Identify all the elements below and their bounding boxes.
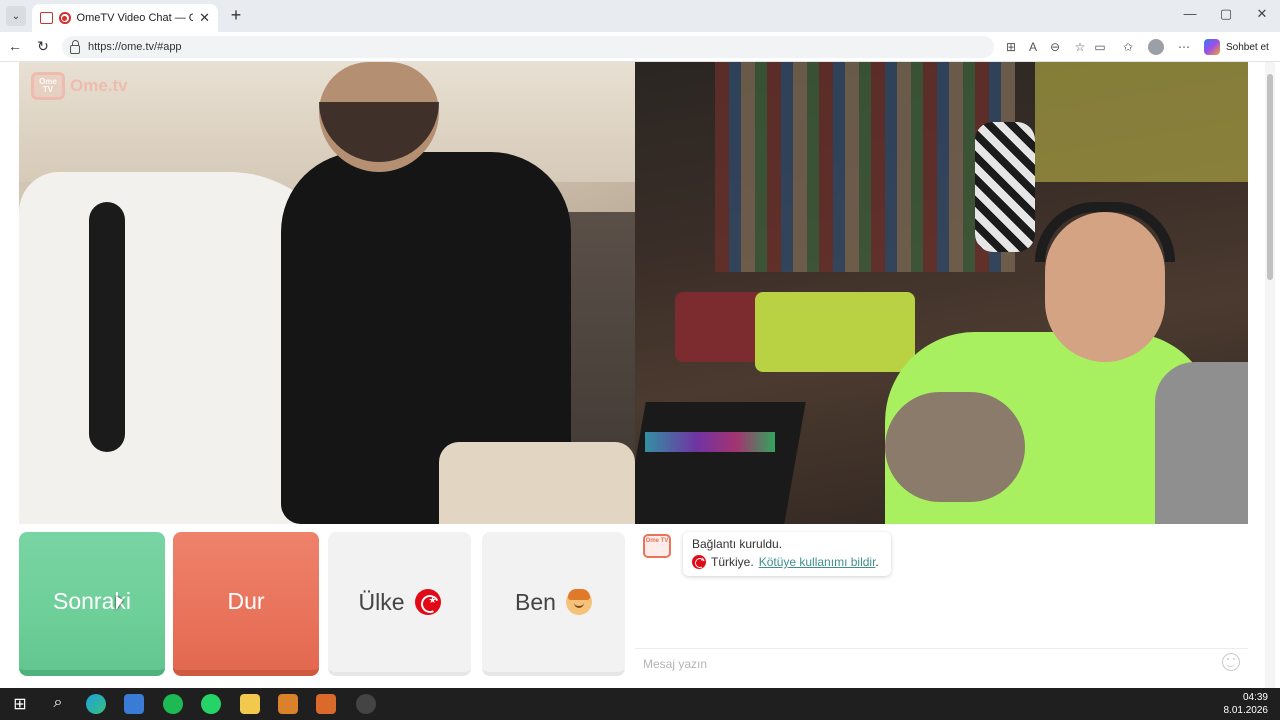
ometv-logo-text: Ome.tv <box>70 76 128 95</box>
report-abuse-link[interactable]: Kötüye kullanımı bildir <box>759 555 876 569</box>
self-video <box>635 62 1248 524</box>
lock-icon <box>70 39 80 54</box>
url-field[interactable]: https://ome.tv/#app <box>62 36 994 58</box>
system-message: Bağlantı kuruldu. Türkiye. Kötüye kullan… <box>683 532 891 576</box>
copilot-button[interactable]: Sohbet et <box>1204 38 1269 56</box>
search-icon[interactable]: ⌕ <box>48 694 68 714</box>
stop-button-label: Dur <box>227 587 265 614</box>
address-bar-row: ← ↻ https://ome.tv/#app ⊞ A ⊖ ☆ ▭ ✩ ⋯ So… <box>0 32 1280 62</box>
report-link-suffix: . <box>875 555 879 569</box>
url-text: https://ome.tv/#app <box>88 41 182 53</box>
system-clock[interactable]: 04:39 8.01.2026 <box>1224 691 1269 717</box>
scroll-thumb[interactable] <box>1267 74 1273 280</box>
file-explorer-icon[interactable] <box>240 694 260 714</box>
tab-close-icon[interactable]: ✕ <box>199 10 210 26</box>
ometv-app: Ome TV Ome.tv Sonraki Dur Ülke Ben Ome T… <box>0 62 1280 688</box>
tab-title: OmeTV Video Chat — Omegle <box>76 12 194 24</box>
turkey-flag-icon <box>414 589 441 615</box>
ometv-logo-tv-icon: Ome TV <box>31 72 65 100</box>
app-icon-2[interactable] <box>316 694 336 714</box>
ometv-favicon-icon <box>40 12 54 24</box>
maximize-button[interactable]: ▢ <box>1216 6 1236 22</box>
boy-emoji-icon <box>565 589 592 615</box>
windows-start-icon[interactable]: ⊞ <box>10 694 30 714</box>
tab-list-button[interactable]: ⌄ <box>6 6 26 26</box>
connection-status-text: Bağlantı kuruldu. <box>692 537 783 551</box>
clock-time: 04:39 <box>1242 692 1268 703</box>
ometv-logo: Ome TV Ome.tv <box>31 72 128 100</box>
browser-tab-bar: ⌄ OmeTV Video Chat — Omegle ✕ + — ▢ ✕ <box>0 0 1280 32</box>
close-window-button[interactable]: ✕ <box>1252 6 1272 22</box>
obs-icon[interactable] <box>356 694 376 714</box>
edge-icon[interactable] <box>86 694 106 714</box>
country-button[interactable]: Ülke <box>328 532 471 676</box>
me-button-label: Ben <box>515 588 556 615</box>
stop-button[interactable]: Dur <box>173 532 319 676</box>
next-button[interactable]: Sonraki <box>19 532 165 676</box>
more-options-icon[interactable]: ⋯ <box>1176 40 1192 54</box>
windows-taskbar: ⊞ ⌕ 04:39 8.01.2026 <box>0 688 1280 720</box>
page-scrollbar[interactable] <box>1265 62 1275 688</box>
mouse-cursor-icon <box>116 596 123 610</box>
browser-tab-active[interactable]: OmeTV Video Chat — Omegle ✕ <box>32 4 218 32</box>
app-grid-icon[interactable]: ⊞ <box>1003 40 1019 54</box>
partner-country-text: Türkiye. <box>711 555 754 569</box>
store-icon[interactable] <box>124 694 144 714</box>
minimize-button[interactable]: — <box>1180 6 1200 21</box>
clock-date: 8.01.2026 <box>1223 705 1269 716</box>
translate-icon[interactable]: A <box>1025 40 1041 54</box>
reader-icon[interactable]: ⊖ <box>1047 40 1063 54</box>
country-button-label: Ülke <box>358 588 405 615</box>
ometv-chat-avatar-icon: Ome TV <box>643 534 671 558</box>
me-button[interactable]: Ben <box>482 532 625 676</box>
back-arrow-icon[interactable]: ← <box>6 38 24 54</box>
app-icon-1[interactable] <box>278 694 298 714</box>
message-input[interactable]: Mesaj yazın <box>635 648 1248 678</box>
copilot-label: Sohbet et <box>1226 41 1269 53</box>
whatsapp-icon[interactable] <box>201 694 221 714</box>
reload-icon[interactable]: ↻ <box>34 38 52 55</box>
spotify-icon[interactable] <box>163 694 183 714</box>
profile-icon[interactable] <box>1148 39 1164 55</box>
smile-icon[interactable] <box>1222 653 1240 671</box>
recording-indicator-icon <box>59 12 71 24</box>
new-tab-button[interactable]: + <box>226 4 246 26</box>
copilot-icon <box>1204 39 1220 55</box>
remote-video: Ome TV Ome.tv <box>19 62 635 524</box>
chat-panel: Ome TV Bağlantı kuruldu. Türkiye. Kötüye… <box>635 524 1248 688</box>
camera-icon[interactable]: ▭ <box>1092 40 1108 54</box>
star-icon[interactable]: ☆ <box>1072 40 1088 54</box>
turkey-flag-icon <box>692 555 706 569</box>
favorites-icon[interactable]: ✩ <box>1120 40 1136 54</box>
